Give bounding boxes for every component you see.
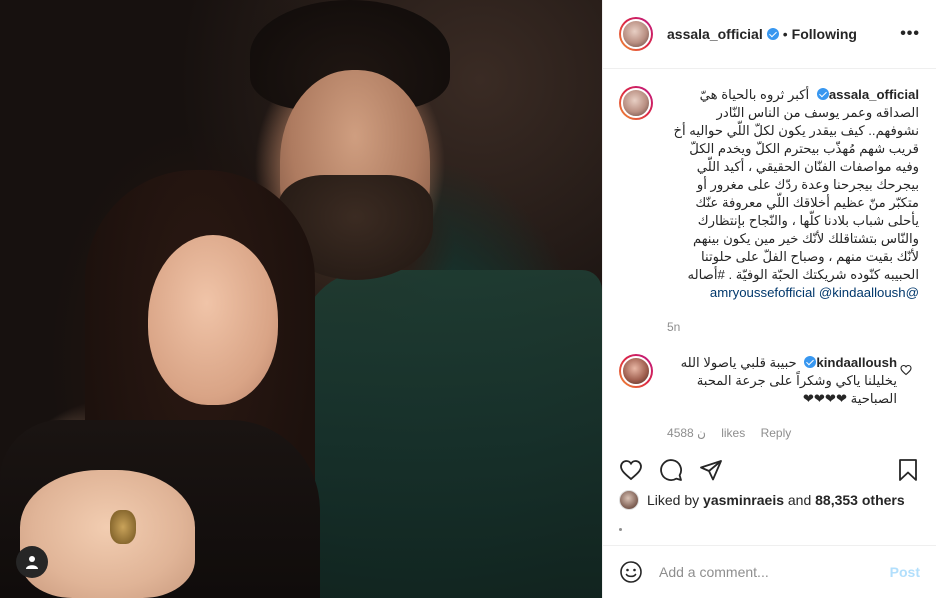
comment-likes[interactable]: 588 likes bbox=[674, 426, 746, 440]
post-header: assala_official • Following ••• bbox=[603, 0, 936, 69]
user-tag-button[interactable] bbox=[16, 546, 48, 578]
separator-dot: • bbox=[782, 26, 788, 42]
caption-text: أكبر ثروه بالحياة هيّ الصداقه وعمر يوسف … bbox=[673, 87, 919, 282]
like-button[interactable] bbox=[617, 456, 645, 484]
comment-meta: 4‏ن 588 likes Reply bbox=[667, 424, 897, 442]
emoji-icon[interactable] bbox=[619, 560, 643, 584]
save-button[interactable] bbox=[894, 456, 922, 484]
liker-username[interactable]: yasminraeis bbox=[703, 492, 784, 508]
caption-time[interactable]: 5n bbox=[667, 320, 680, 334]
photo-region bbox=[110, 510, 136, 544]
reply-button[interactable]: Reply bbox=[761, 426, 792, 440]
liked-by-and: and bbox=[787, 492, 812, 508]
timestamp-dot bbox=[619, 528, 622, 531]
commenter-username[interactable]: kindaalloush bbox=[800, 355, 897, 370]
add-comment-bar: Post bbox=[603, 545, 936, 598]
action-bar bbox=[603, 452, 936, 488]
user-tag-icon bbox=[26, 556, 38, 569]
author-username[interactable]: assala_official bbox=[667, 26, 763, 42]
mention-link[interactable]: @kindaalloush bbox=[819, 285, 906, 300]
liker-avatar[interactable] bbox=[619, 490, 639, 510]
comment-text-block: kindaalloush حبيبة قلبي ياصولا الله يخلي… bbox=[667, 354, 897, 408]
author-avatar[interactable] bbox=[619, 17, 653, 51]
likes-count[interactable]: 88,353 others bbox=[815, 492, 905, 508]
caption-avatar[interactable] bbox=[619, 86, 653, 120]
photo-region bbox=[148, 235, 278, 405]
comments-list[interactable]: assala_official أكبر ثروه بالحياة هيّ ال… bbox=[603, 70, 936, 450]
share-icon bbox=[700, 460, 722, 481]
more-icon[interactable]: ••• bbox=[900, 26, 920, 42]
post-side-panel: assala_official • Following ••• assala_o… bbox=[602, 0, 936, 598]
following-button[interactable]: Following bbox=[792, 26, 857, 42]
heart-icon bbox=[620, 460, 642, 481]
caption: assala_official أكبر ثروه بالحياة هيّ ال… bbox=[619, 86, 920, 336]
photo-region bbox=[300, 270, 602, 598]
comment-item: kindaalloush حبيبة قلبي ياصولا الله يخلي… bbox=[619, 354, 920, 442]
post-photo[interactable] bbox=[0, 0, 602, 598]
verified-icon bbox=[804, 356, 817, 368]
comment-button[interactable] bbox=[657, 456, 685, 484]
verified-icon bbox=[766, 28, 779, 40]
liked-by-prefix: Liked by bbox=[647, 492, 700, 508]
photo-region bbox=[20, 470, 195, 598]
caption-text-block: assala_official أكبر ثروه بالحياة هيّ ال… bbox=[667, 86, 919, 302]
heart-icon[interactable] bbox=[900, 364, 912, 376]
liked-by-line: Liked by yasminraeis and 88,353 others bbox=[619, 490, 905, 510]
commenter-avatar[interactable] bbox=[619, 354, 653, 388]
save-icon bbox=[899, 459, 917, 481]
caption-username[interactable]: assala_official bbox=[813, 87, 919, 102]
post-button[interactable]: Post bbox=[890, 564, 920, 580]
share-button[interactable] bbox=[697, 456, 725, 484]
comment-icon bbox=[660, 459, 682, 481]
caption-meta: 5n bbox=[667, 318, 919, 336]
comment-input[interactable] bbox=[659, 564, 890, 580]
verified-icon bbox=[816, 88, 829, 100]
